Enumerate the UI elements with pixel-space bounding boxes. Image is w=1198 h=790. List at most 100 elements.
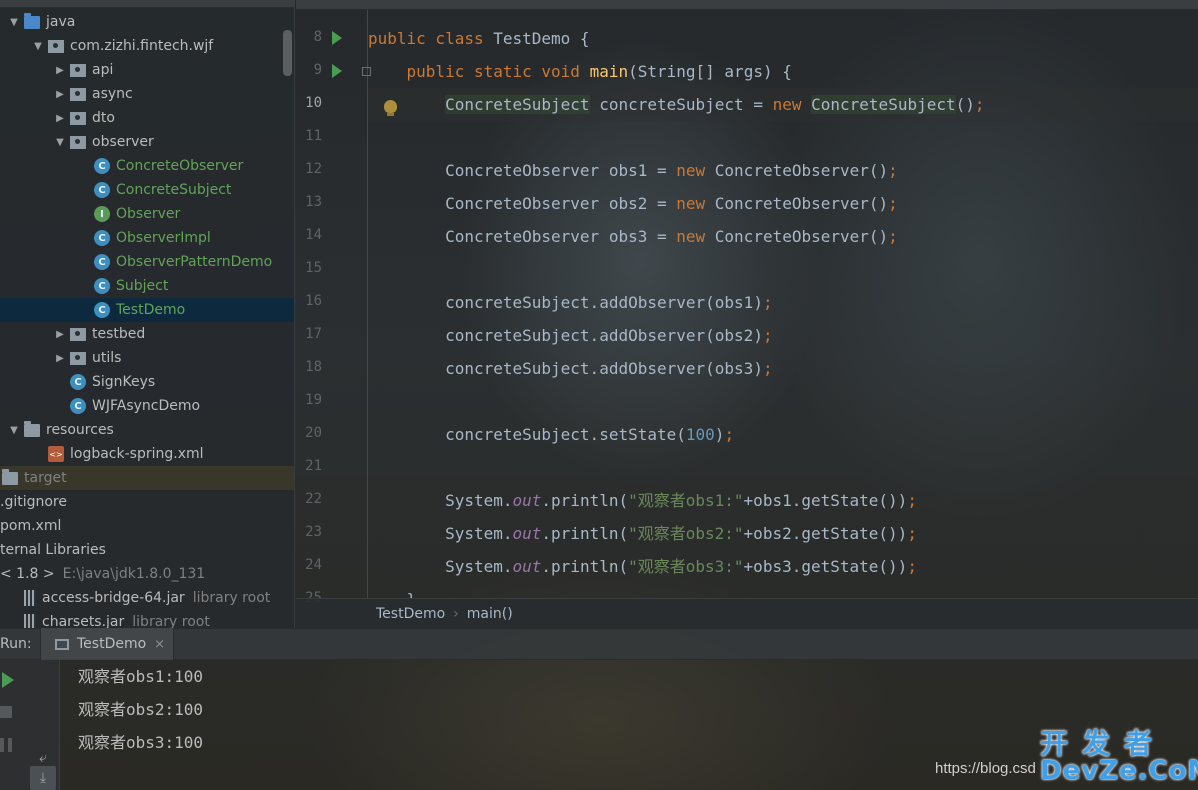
code-line[interactable]: ConcreteObserver obs1 = new ConcreteObse… [368,154,1198,187]
console-line: 观察者obs3:100 [78,733,204,752]
tree-item-label: WJFAsyncDemo [92,398,201,414]
collapsed-arrow-icon[interactable]: ▶ [52,113,68,124]
tree-item[interactable]: ▶ utils [0,346,294,370]
tree-item[interactable]: ▼ java [0,10,294,34]
code-token: ; [907,524,917,543]
collapsed-arrow-icon[interactable]: ▶ [52,89,68,100]
tree-item[interactable]: ▼ com.zizhi.fintech.wjf [0,34,294,58]
code-token: System. [368,557,513,576]
tree-item[interactable]: ▼ resources [0,418,294,442]
expanded-arrow-icon[interactable]: ▼ [6,17,22,28]
code-token: ; [907,557,917,576]
code-token: ; [974,95,985,114]
code-line[interactable]: public static void main(String[] args) { [368,55,1198,88]
rerun-icon[interactable] [2,672,14,688]
tree-item-label: Observer [116,206,181,222]
code-line[interactable]: System.out.println("观察者obs3:"+obs3.getSt… [368,550,1198,583]
tree-item[interactable]: C SignKeys [0,370,294,394]
tree-item[interactable]: ▶ dto [0,106,294,130]
collapsed-arrow-icon[interactable]: ▶ [52,329,68,340]
tree-item[interactable]: .gitignore [0,490,294,514]
tree-item[interactable]: charsets.jar library root [0,610,294,628]
code-editor[interactable]: public class TestDemo { public static vo… [368,10,1198,598]
console-icon [55,638,69,650]
code-line[interactable]: concreteSubject.addObserver(obs1); [368,286,1198,319]
scroll-to-end-icon[interactable]: ⤓ [30,766,56,790]
code-line[interactable]: ConcreteObserver obs2 = new ConcreteObse… [368,187,1198,220]
run-tab-testdemo[interactable]: TestDemo × [40,628,175,660]
editor-tab-bar[interactable] [296,0,1198,10]
tree-item[interactable]: pom.xml [0,514,294,538]
tree-item[interactable]: C Subject [0,274,294,298]
run-gutter-icon[interactable] [332,31,342,45]
tree-item[interactable]: I Observer [0,202,294,226]
code-line[interactable] [368,121,1198,154]
tree-item[interactable]: C TestDemo [0,298,294,322]
class-icon: C [94,302,110,318]
expanded-arrow-icon[interactable]: ▼ [52,137,68,148]
code-line[interactable] [368,385,1198,418]
tree-item[interactable]: ▶ async [0,82,294,106]
collapsed-arrow-icon[interactable]: ▶ [52,65,68,76]
line-number: 22 [305,491,322,507]
package-icon [70,351,86,365]
code-line[interactable]: ConcreteSubject concreteSubject = new Co… [368,88,1198,121]
code-token: ConcreteSubject [811,95,956,114]
code-line[interactable]: concreteSubject.addObserver(obs2); [368,319,1198,352]
tree-item[interactable]: C ObserverPatternDemo [0,250,294,274]
tree-item-label: logback-spring.xml [70,446,204,462]
code-line[interactable]: System.out.println("观察者obs1:"+obs1.getSt… [368,484,1198,517]
line-number: 14 [305,227,322,243]
pause-icon[interactable] [0,738,12,752]
tree-item[interactable]: < 1.8 > E:\java\jdk1.8.0_131 [0,562,294,586]
tree-item-label: access-bridge-64.jar [42,590,185,606]
code-line[interactable]: public class TestDemo { [368,22,1198,55]
code-line[interactable]: concreteSubject.setState(100); [368,418,1198,451]
project-tree-scrollbar[interactable] [283,30,292,76]
tree-item[interactable]: access-bridge-64.jar library root [0,586,294,610]
breadcrumb-class[interactable]: TestDemo [376,606,445,622]
breadcrumb-method[interactable]: main() [467,606,513,622]
code-token: (String[] args) { [628,62,792,81]
package-icon [48,39,64,53]
tree-item-label: com.zizhi.fintech.wjf [70,38,214,54]
code-line[interactable] [368,253,1198,286]
code-token: ; [907,491,917,510]
code-line[interactable]: } [368,583,1198,598]
tree-item[interactable]: target [0,466,294,490]
collapsed-arrow-icon[interactable]: ▶ [52,353,68,364]
code-token: "观察者obs1:" [628,491,744,510]
code-token: "观察者obs2:" [628,524,744,543]
code-token: ConcreteObserver() [714,227,889,246]
line-number: 20 [305,425,322,441]
tree-item[interactable]: C ConcreteSubject [0,178,294,202]
watermark-logo: 开发者 DevZe.CoM [1040,722,1198,788]
expanded-arrow-icon[interactable]: ▼ [6,425,22,436]
tree-item[interactable]: ternal Libraries [0,538,294,562]
tree-item[interactable]: ▼ observer [0,130,294,154]
tree-item-label: ObserverPatternDemo [116,254,273,270]
close-icon[interactable]: × [154,637,165,652]
package-icon [70,87,86,101]
code-line[interactable] [368,451,1198,484]
jar-icon [24,614,36,628]
run-gutter-icon[interactable] [332,64,342,78]
tree-item[interactable]: C ObserverImpl [0,226,294,250]
project-panel-header [0,0,294,8]
package-icon [70,111,86,125]
tree-item[interactable]: C WJFAsyncDemo [0,394,294,418]
expanded-arrow-icon[interactable]: ▼ [30,41,46,52]
tree-item[interactable]: ▶ testbed [0,322,294,346]
editor-gutter: 8910111213141516171819202122232425 [296,10,371,606]
tree-item[interactable]: <> logback-spring.xml [0,442,294,466]
line-number: 11 [305,128,322,144]
run-panel-header: Run: TestDemo × [0,628,1198,660]
tree-item-label: observer [92,134,154,150]
code-line[interactable]: System.out.println("观察者obs2:"+obs2.getSt… [368,517,1198,550]
tree-item[interactable]: C ConcreteObserver [0,154,294,178]
code-line[interactable]: concreteSubject.addObserver(obs3); [368,352,1198,385]
code-line[interactable]: ConcreteObserver obs3 = new ConcreteObse… [368,220,1198,253]
line-number: 17 [305,326,322,342]
tree-item[interactable]: ▶ api [0,58,294,82]
stop-icon[interactable] [0,706,12,718]
